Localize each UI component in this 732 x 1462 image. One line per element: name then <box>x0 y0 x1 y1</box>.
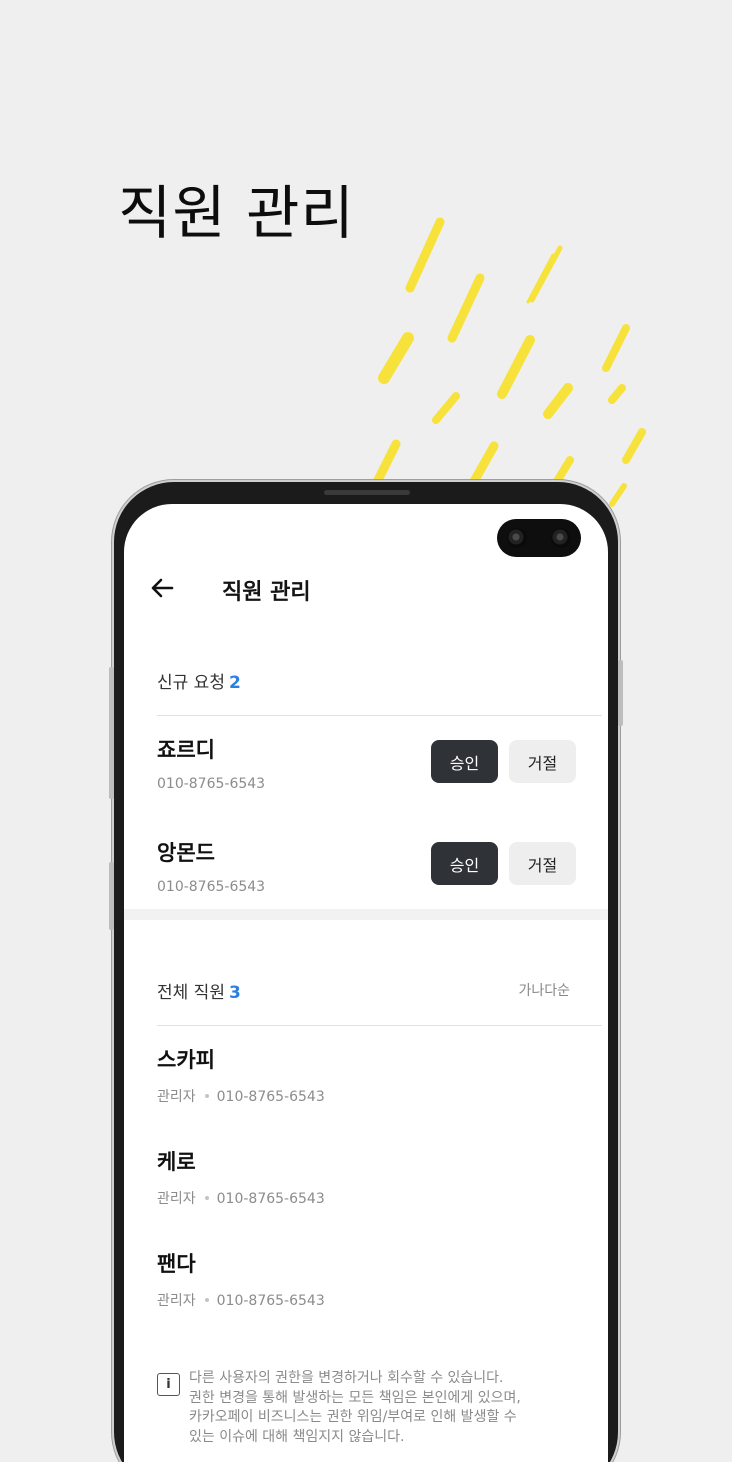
staff-list-item[interactable]: 팬다 관리자 010-8765-6543 <box>157 1248 577 1318</box>
app-bar: 직원 관리 <box>124 564 608 616</box>
side-button <box>109 862 114 930</box>
staff-section-header: 전체 직원 3 가나다순 <box>157 978 602 1026</box>
reject-button[interactable]: 거절 <box>509 740 576 783</box>
request-phone: 010-8765-6543 <box>157 776 266 792</box>
staff-name: 스카피 <box>157 1048 215 1072</box>
staff-list-item[interactable]: 스카피 관리자 010-8765-6543 <box>157 1044 577 1114</box>
staff-role: 관리자 <box>157 1191 196 1207</box>
pending-count: 2 <box>228 673 241 693</box>
notice-line: 있는 이슈에 대해 책임지지 않습니다. <box>189 1428 405 1445</box>
arrow-left-icon[interactable] <box>146 572 178 604</box>
staff-role: 관리자 <box>157 1293 196 1309</box>
staff-role: 관리자 <box>157 1089 196 1105</box>
info-icon: i <box>157 1373 180 1396</box>
phone-screen: 직원 관리 신규 요청 2 죠르디 010-8765-6543 승인 거절 앙몬드… <box>124 504 608 1462</box>
pending-section-header: 신규 요청 2 <box>157 668 602 716</box>
staff-name: 팬다 <box>157 1252 196 1276</box>
staff-meta: 관리자 010-8765-6543 <box>157 1086 325 1106</box>
section-divider <box>124 909 608 920</box>
notice-line: 권한 변경을 통해 발생하는 모든 책임은 본인에게 있으며, <box>189 1389 521 1406</box>
staff-phone: 010-8765-6543 <box>216 1191 325 1207</box>
camera-lens <box>551 528 571 548</box>
separator-dot <box>204 1297 209 1302</box>
earpiece-speaker <box>324 490 410 495</box>
volume-button <box>109 667 114 799</box>
yellow-brush-decoration <box>369 217 646 507</box>
staff-phone: 010-8765-6543 <box>216 1293 325 1309</box>
sort-order-button[interactable]: 가나다순 <box>518 980 570 1000</box>
pending-label-group: 신규 요청 2 <box>157 668 241 693</box>
staff-meta: 관리자 010-8765-6543 <box>157 1290 325 1310</box>
staff-phone: 010-8765-6543 <box>216 1089 325 1105</box>
notice-text: 다른 사용자의 권한을 변경하거나 회수할 수 있습니다. 권한 변경을 통해 … <box>189 1369 521 1447</box>
camera-lens <box>507 528 527 548</box>
phone-frame: 직원 관리 신규 요청 2 죠르디 010-8765-6543 승인 거절 앙몬드… <box>109 482 623 1462</box>
staff-list-item[interactable]: 케로 관리자 010-8765-6543 <box>157 1146 577 1216</box>
staff-count: 3 <box>228 983 241 1003</box>
request-phone: 010-8765-6543 <box>157 879 266 895</box>
reject-button[interactable]: 거절 <box>509 842 576 885</box>
notice-line: 다른 사용자의 권한을 변경하거나 회수할 수 있습니다. <box>189 1370 504 1386</box>
approve-button[interactable]: 승인 <box>431 740 498 783</box>
request-name: 죠르디 <box>157 738 215 762</box>
pending-label: 신규 요청 <box>157 673 225 693</box>
page-title: 직원 관리 <box>222 580 311 605</box>
hero-title: 직원 관리 <box>118 179 355 247</box>
separator-dot <box>204 1093 209 1098</box>
staff-label-group: 전체 직원 3 <box>157 978 241 1003</box>
separator-dot <box>204 1195 209 1200</box>
staff-meta: 관리자 010-8765-6543 <box>157 1188 325 1208</box>
request-name: 앙몬드 <box>157 841 215 865</box>
staff-name: 케로 <box>157 1150 196 1174</box>
staff-label: 전체 직원 <box>157 983 225 1003</box>
camera-cutout <box>497 519 581 557</box>
approve-button[interactable]: 승인 <box>431 842 498 885</box>
power-button <box>618 660 623 726</box>
notice-line: 카카오페이 비즈니스는 권한 위임/부여로 인해 발생할 수 <box>189 1409 517 1425</box>
